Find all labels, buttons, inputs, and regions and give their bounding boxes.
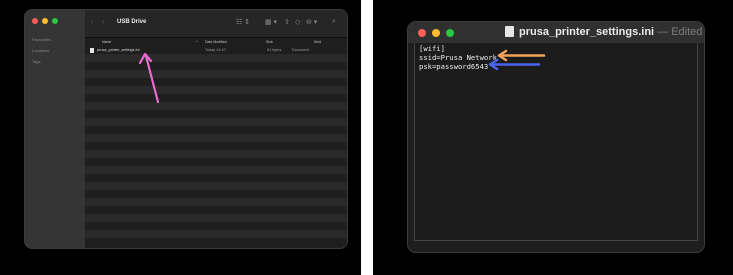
annotation-overlay [138,52,160,104]
pink-arrow-icon [138,52,160,104]
finder-screenshot-panel: Favourites Locations Tags ‹ › USB Drive … [0,0,361,275]
blue-arrow-icon [488,58,541,71]
annotation-overlay [488,49,546,71]
orange-arrow-icon [497,49,546,62]
textedit-screenshot-panel: prusa_printer_settings.ini — Edited [wif… [373,0,733,275]
